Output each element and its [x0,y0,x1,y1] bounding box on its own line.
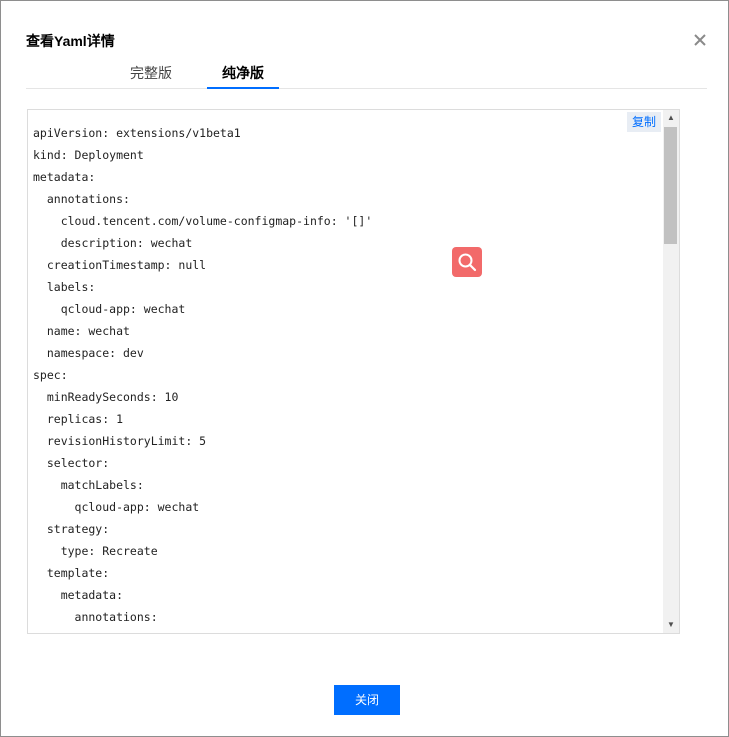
dialog-title: 查看Yaml详情 [26,33,115,49]
yaml-code-line: apiVersion: extensions/v1beta1 [33,126,241,140]
yaml-code-line: namespace: dev [33,346,144,360]
yaml-code-line: strategy: [33,522,110,536]
scroll-down-arrow-icon[interactable]: ▼ [663,617,679,633]
yaml-code-line: cloud.tencent.com/volume-configmap-info:… [33,214,373,228]
close-button[interactable]: 关闭 [334,685,400,715]
tab-clean-version[interactable]: 纯净版 [207,63,279,89]
floating-search-button[interactable] [452,247,482,277]
yaml-code-line: qcloud-app: wechat [33,302,186,316]
yaml-code-line: minReadySeconds: 10 [33,390,179,404]
yaml-detail-dialog: 查看Yaml详情 完整版 纯净版 apiVersion: extensions/… [0,0,729,737]
yaml-code-line: selector: [33,456,110,470]
yaml-code-line: metadata: [33,170,96,184]
tab-bar: 完整版 纯净版 [26,59,707,89]
yaml-code-panel[interactable]: apiVersion: extensions/v1beta1 kind: Depl… [27,109,680,634]
yaml-code-line: labels: [33,280,96,294]
yaml-code-line: name: wechat [33,324,130,338]
copy-button[interactable]: 复制 [627,112,661,132]
scrollbar-thumb[interactable] [664,127,677,244]
yaml-code-line: matchLabels: [33,478,144,492]
yaml-code-line: spec: [33,368,68,382]
yaml-code-line: replicas: 1 [33,412,124,426]
search-icon [458,253,477,272]
tab-full-version[interactable]: 完整版 [122,63,180,88]
yaml-code-content: apiVersion: extensions/v1beta1 kind: Depl… [33,122,372,628]
yaml-code-line: revisionHistoryLimit: 5 [33,434,207,448]
yaml-code-line: qcloud-app: wechat [33,500,200,514]
yaml-code-line: annotations: [33,610,158,624]
yaml-code-line: annotations: [33,192,130,206]
scroll-up-arrow-icon[interactable]: ▲ [663,110,679,126]
yaml-code-line: metadata: [33,588,124,602]
yaml-code-line: description: wechat [33,236,193,250]
yaml-code-line: creationTimestamp: null [33,258,207,272]
close-icon[interactable] [691,31,709,49]
vertical-scrollbar[interactable]: ▲ ▼ [663,110,679,633]
yaml-code-line: template: [33,566,110,580]
yaml-code-line: type: Recreate [33,544,158,558]
yaml-code-line: kind: Deployment [33,148,144,162]
